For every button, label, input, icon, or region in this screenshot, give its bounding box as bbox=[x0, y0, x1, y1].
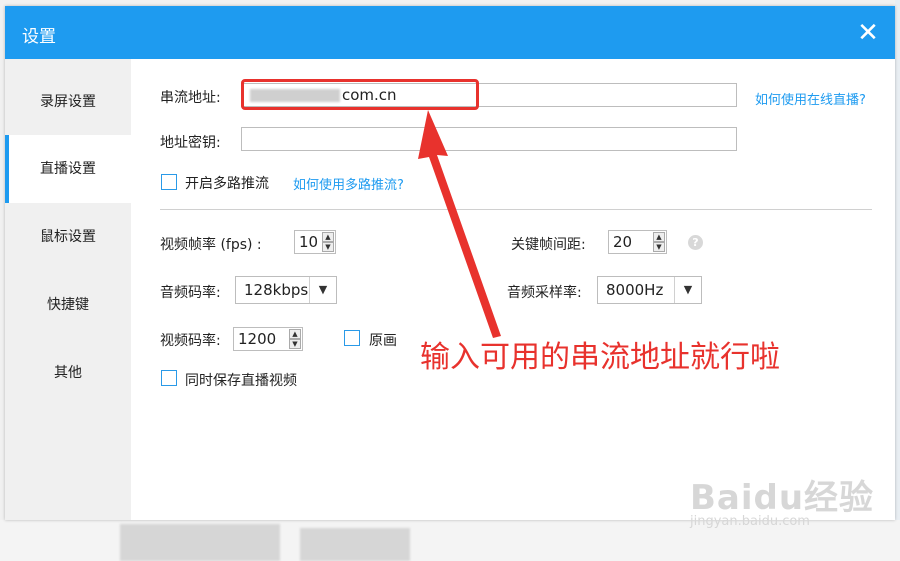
stepper-arrows: ▲ ▼ bbox=[653, 232, 665, 252]
audio-bitrate-value: 128kbps bbox=[244, 281, 309, 299]
sidebar-item-mouse[interactable]: 鼠标设置 bbox=[5, 203, 131, 271]
audio-bitrate-select[interactable]: 128kbps ▼ bbox=[235, 276, 337, 304]
title-bar: 设置 ✕ bbox=[5, 6, 895, 59]
keyframe-stepper[interactable]: 20 ▲ ▼ bbox=[608, 230, 667, 254]
fps-label: 视频帧率 (fps) : bbox=[160, 237, 262, 253]
chevron-down-icon[interactable]: ▼ bbox=[674, 277, 701, 303]
blurred-region bbox=[300, 528, 410, 561]
chevron-down-icon[interactable]: ▼ bbox=[653, 242, 665, 252]
url-highlight-box bbox=[241, 79, 479, 110]
fps-value: 10 bbox=[299, 233, 319, 251]
chevron-up-icon[interactable]: ▲ bbox=[289, 329, 301, 339]
audio-bitrate-label: 音频码率: bbox=[160, 285, 221, 301]
sidebar-item-live[interactable]: 直播设置 bbox=[5, 135, 131, 203]
annotation-text: 输入可用的串流地址就行啦 bbox=[420, 340, 780, 375]
multi-stream-checkbox[interactable] bbox=[161, 174, 177, 190]
video-bitrate-stepper[interactable]: 1200 ▲ ▼ bbox=[233, 327, 303, 351]
chevron-down-icon[interactable]: ▼ bbox=[289, 339, 301, 349]
background-window-edge bbox=[895, 0, 900, 561]
stepper-arrows: ▲ ▼ bbox=[289, 329, 301, 349]
chevron-up-icon[interactable]: ▲ bbox=[653, 232, 665, 242]
save-live-video-checkbox[interactable] bbox=[161, 370, 177, 386]
live-help-link[interactable]: 如何使用在线直播? bbox=[755, 89, 866, 108]
dialog-title: 设置 bbox=[22, 27, 56, 47]
multi-stream-label: 开启多路推流 bbox=[185, 176, 269, 192]
save-live-video-label: 同时保存直播视频 bbox=[185, 373, 297, 389]
stream-key-label: 地址密钥: bbox=[160, 135, 221, 151]
chevron-down-icon[interactable]: ▼ bbox=[309, 277, 336, 303]
video-bitrate-value: 1200 bbox=[238, 330, 277, 348]
sidebar-item-record[interactable]: 录屏设置 bbox=[5, 68, 131, 136]
chevron-up-icon[interactable]: ▲ bbox=[322, 232, 334, 242]
settings-sidebar: 录屏设置 直播设置 鼠标设置 快捷键 其他 bbox=[5, 59, 131, 520]
multi-stream-help-link[interactable]: 如何使用多路推流? bbox=[293, 174, 404, 193]
baidu-watermark: Baidu经验 jingyan.baidu.com bbox=[690, 470, 875, 529]
video-bitrate-label: 视频码率: bbox=[160, 333, 221, 349]
stream-url-label: 串流地址: bbox=[160, 90, 221, 106]
original-quality-label: 原画 bbox=[369, 333, 397, 349]
watermark-logo: Baidu经验 bbox=[690, 478, 875, 518]
keyframe-label: 关键帧间距: bbox=[511, 237, 586, 253]
stream-key-input[interactable] bbox=[241, 127, 737, 151]
sidebar-item-other[interactable]: 其他 bbox=[5, 339, 131, 407]
stepper-arrows: ▲ ▼ bbox=[322, 232, 334, 252]
original-quality-checkbox[interactable] bbox=[344, 330, 360, 346]
keyframe-value: 20 bbox=[613, 233, 633, 251]
close-icon[interactable]: ✕ bbox=[853, 18, 883, 48]
blurred-region bbox=[120, 524, 280, 561]
help-icon[interactable]: ? bbox=[688, 235, 703, 250]
fps-stepper[interactable]: 10 ▲ ▼ bbox=[294, 230, 336, 254]
section-divider bbox=[160, 209, 872, 210]
audio-samplerate-label: 音频采样率: bbox=[507, 285, 582, 301]
watermark-url: jingyan.baidu.com bbox=[690, 514, 810, 529]
audio-samplerate-value: 8000Hz bbox=[606, 281, 664, 299]
audio-samplerate-select[interactable]: 8000Hz ▼ bbox=[597, 276, 702, 304]
chevron-down-icon[interactable]: ▼ bbox=[322, 242, 334, 252]
sidebar-item-shortcuts[interactable]: 快捷键 bbox=[5, 271, 131, 339]
